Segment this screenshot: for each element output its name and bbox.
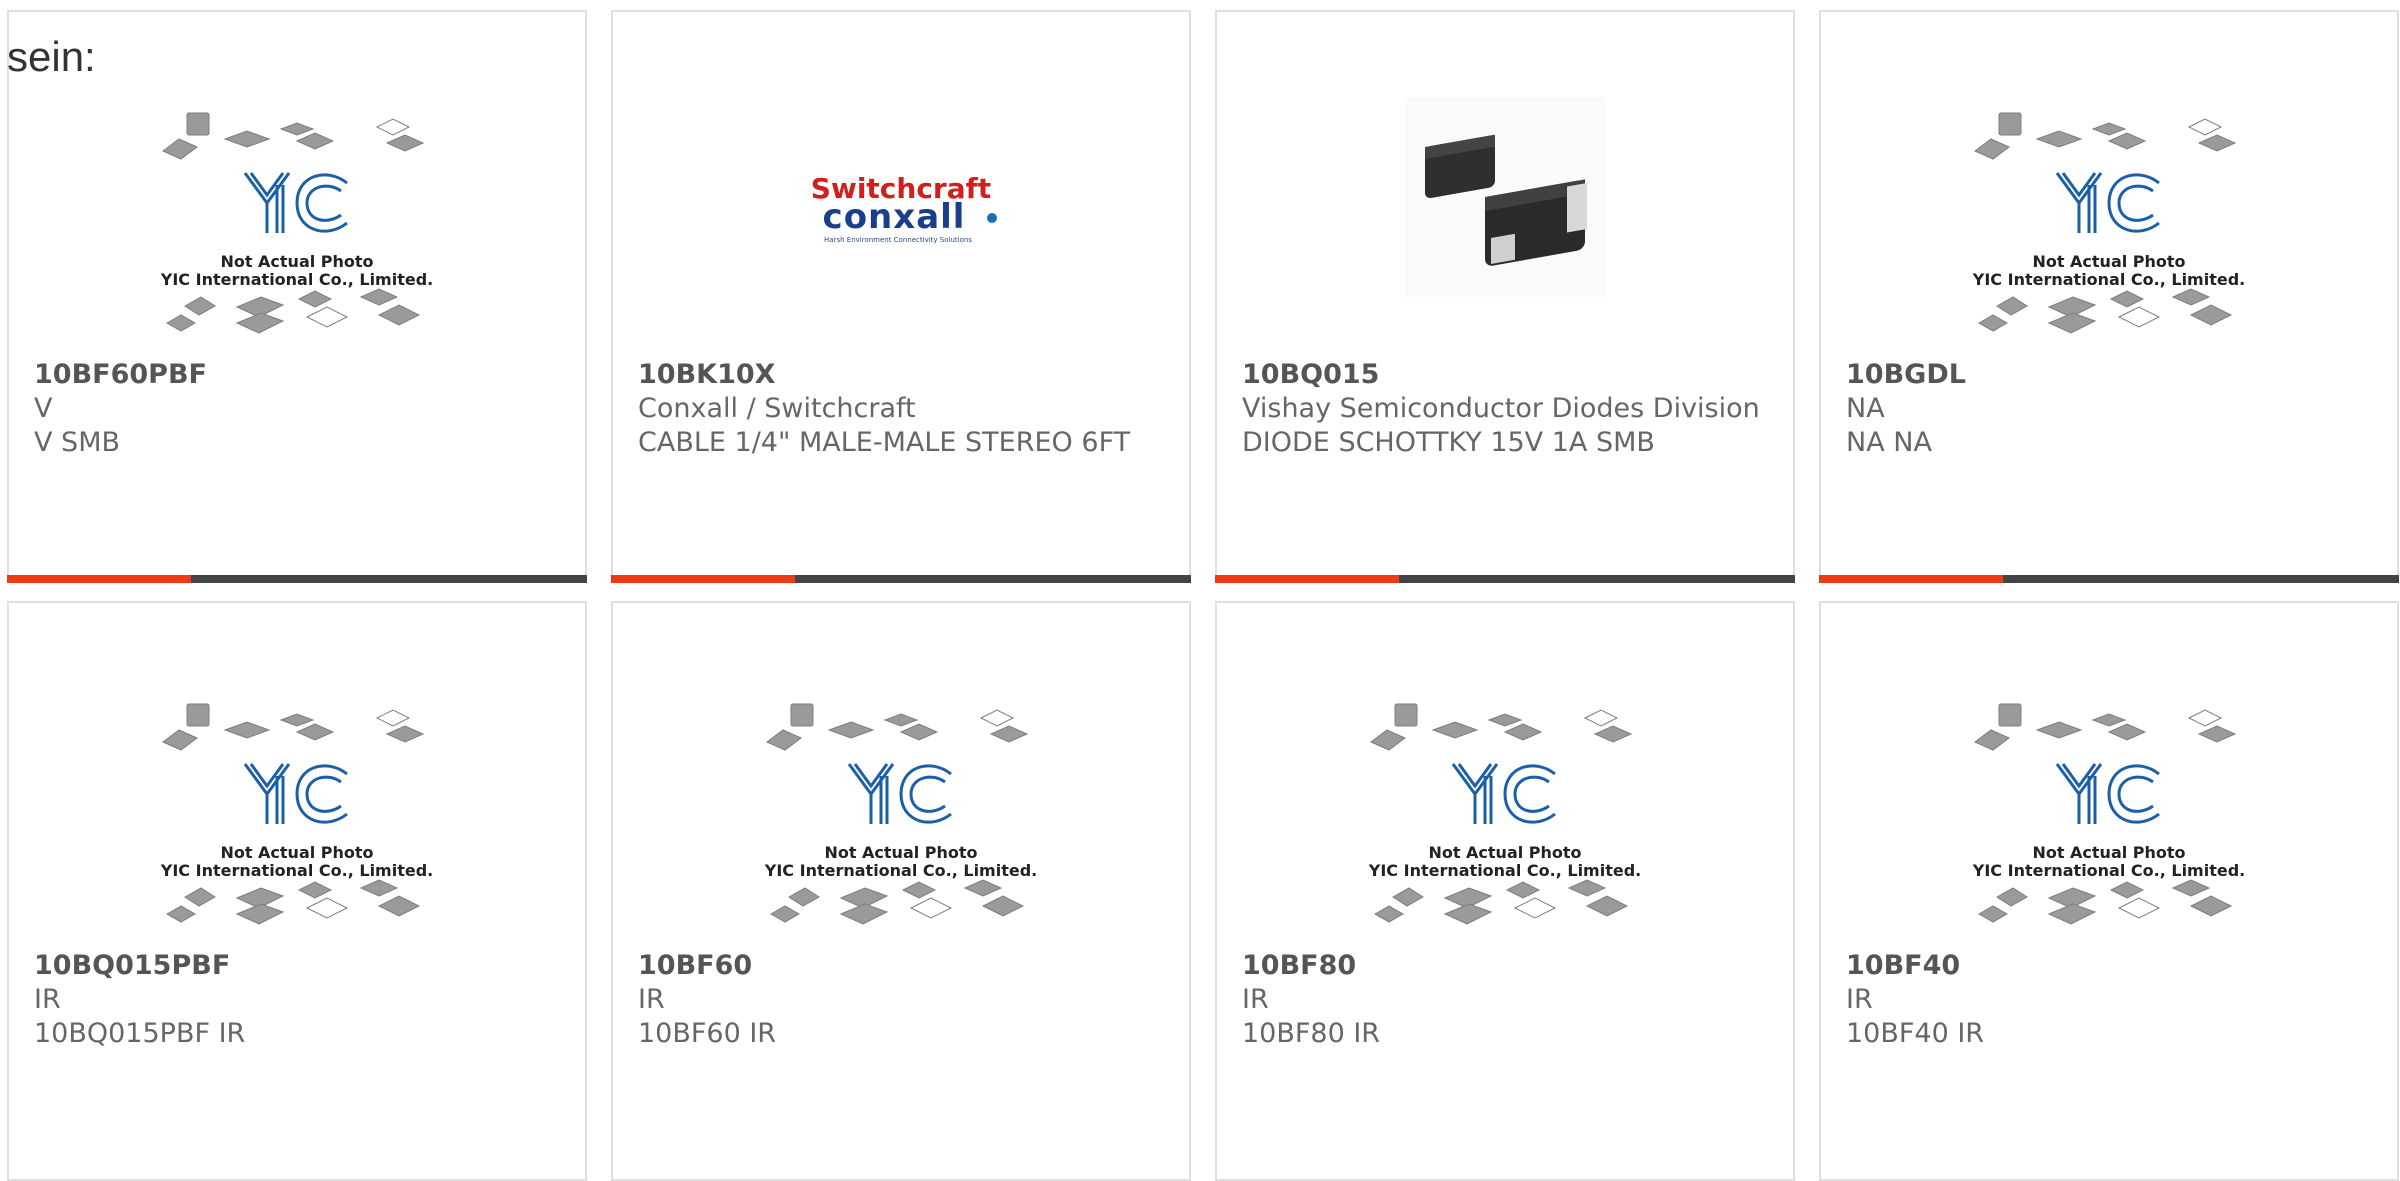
svg-text:YIC International Co., Limited: YIC International Co., Limited. xyxy=(1972,861,2245,880)
product-card[interactable]: Not Actual Photo YIC International Co., … xyxy=(7,10,587,583)
product-info: 10BF60 IR 10BF60 IR xyxy=(638,949,1169,1051)
placeholder-image[interactable]: Not Actual Photo YIC International Co., … xyxy=(9,96,585,366)
card-progress-bar xyxy=(1819,575,2399,583)
description: DIODE SCHOTTKY 15V 1A SMB xyxy=(1242,427,1655,458)
product-info: 10BF40 IR 10BF40 IR xyxy=(1846,949,2377,1051)
part-number-link[interactable]: 10BQ015 xyxy=(1242,358,1773,392)
description: 10BF40 IR xyxy=(1846,1018,1985,1049)
card-progress-accent xyxy=(1819,575,2003,583)
product-card[interactable]: Switchcraft conxall Harsh Environment Co… xyxy=(611,10,1191,583)
manufacturer: Vishay Semiconductor Diodes Division xyxy=(1242,393,1760,424)
svg-text:Not Actual Photo: Not Actual Photo xyxy=(220,252,373,271)
placeholder-image[interactable]: Not Actual Photo YIC International Co., … xyxy=(1821,96,2397,366)
svg-text:Not Actual Photo: Not Actual Photo xyxy=(1428,843,1581,862)
manufacturer: V xyxy=(34,393,53,424)
svg-text:YIC International Co., Limited: YIC International Co., Limited. xyxy=(160,861,433,880)
card-progress-accent xyxy=(611,575,795,583)
product-info: 10BQ015PBF IR 10BQ015PBF IR xyxy=(34,949,565,1051)
manufacturer: IR xyxy=(638,984,665,1015)
manufacturer: IR xyxy=(1242,984,1269,1015)
part-number-link[interactable]: 10BK10X xyxy=(638,358,1169,392)
placeholder-image[interactable]: Not Actual Photo YIC International Co., … xyxy=(613,687,1189,957)
manufacturer: IR xyxy=(1846,984,1873,1015)
svg-text:YIC International Co., Limited: YIC International Co., Limited. xyxy=(764,861,1037,880)
placeholder-image[interactable]: Not Actual Photo YIC International Co., … xyxy=(9,687,585,957)
manufacturer: Conxall / Switchcraft xyxy=(638,393,916,424)
product-info: 10BQ015 Vishay Semiconductor Diodes Divis… xyxy=(1242,358,1773,460)
product-info: 10BK10X Conxall / Switchcraft CABLE 1/4" M… xyxy=(638,358,1169,460)
description: 10BQ015PBF IR xyxy=(34,1018,246,1049)
part-number-link[interactable]: 10BGDL xyxy=(1846,358,2377,392)
description: 10BF80 IR xyxy=(1242,1018,1381,1049)
diode-product-photo[interactable] xyxy=(1217,82,1793,312)
product-info: 10BF60PBF V V SMB xyxy=(34,358,565,460)
switchcraft-conxall-logo[interactable]: Switchcraft conxall Harsh Environment Co… xyxy=(613,72,1189,342)
manufacturer: IR xyxy=(34,984,61,1015)
card-progress-bar xyxy=(1215,575,1795,583)
product-card[interactable]: Not Actual Photo YIC International Co., … xyxy=(611,601,1191,1181)
svg-text:Not Actual Photo: Not Actual Photo xyxy=(2032,843,2185,862)
product-card[interactable]: 10BQ015 Vishay Semiconductor Diodes Divis… xyxy=(1215,10,1795,583)
placeholder-image[interactable]: Not Actual Photo YIC International Co., … xyxy=(1821,687,2397,957)
svg-text:Harsh Environment Connectivity: Harsh Environment Connectivity Solutions xyxy=(824,236,972,244)
placeholder-image[interactable]: Not Actual Photo YIC International Co., … xyxy=(1217,687,1793,957)
svg-text:YIC International Co., Limited: YIC International Co., Limited. xyxy=(1368,861,1641,880)
product-card[interactable]: Not Actual Photo YIC International Co., … xyxy=(1819,10,2399,583)
part-number-link[interactable]: 10BF60 xyxy=(638,949,1169,983)
part-number-link[interactable]: 10BF60PBF xyxy=(34,358,565,392)
product-info: 10BF80 IR 10BF80 IR xyxy=(1242,949,1773,1051)
card-progress-accent xyxy=(1215,575,1399,583)
svg-text:conxall: conxall xyxy=(823,197,966,237)
part-number-link[interactable]: 10BF40 xyxy=(1846,949,2377,983)
card-progress-bar xyxy=(611,575,1191,583)
product-card[interactable]: Not Actual Photo YIC International Co., … xyxy=(1819,601,2399,1181)
description: 10BF60 IR xyxy=(638,1018,777,1049)
svg-text:Not Actual Photo: Not Actual Photo xyxy=(824,843,977,862)
svg-text:Not Actual Photo: Not Actual Photo xyxy=(220,843,373,862)
svg-text:Not Actual Photo: Not Actual Photo xyxy=(2032,252,2185,271)
card-progress-accent xyxy=(7,575,191,583)
svg-text:YIC International Co., Limited: YIC International Co., Limited. xyxy=(160,270,433,289)
svg-text:YIC International Co., Limited: YIC International Co., Limited. xyxy=(1972,270,2245,289)
description: CABLE 1/4" MALE-MALE STEREO 6FT xyxy=(638,427,1131,458)
part-number-link[interactable]: 10BQ015PBF xyxy=(34,949,565,983)
description: NA NA xyxy=(1846,427,1932,458)
product-card[interactable]: Not Actual Photo YIC International Co., … xyxy=(7,601,587,1181)
product-card[interactable]: Not Actual Photo YIC International Co., … xyxy=(1215,601,1795,1181)
intro-text: sein: xyxy=(7,33,96,80)
description: V SMB xyxy=(34,427,121,458)
part-number-link[interactable]: 10BF80 xyxy=(1242,949,1773,983)
product-info: 10BGDL NA NA NA xyxy=(1846,358,2377,460)
manufacturer: NA xyxy=(1846,393,1885,424)
card-progress-bar xyxy=(7,575,587,583)
